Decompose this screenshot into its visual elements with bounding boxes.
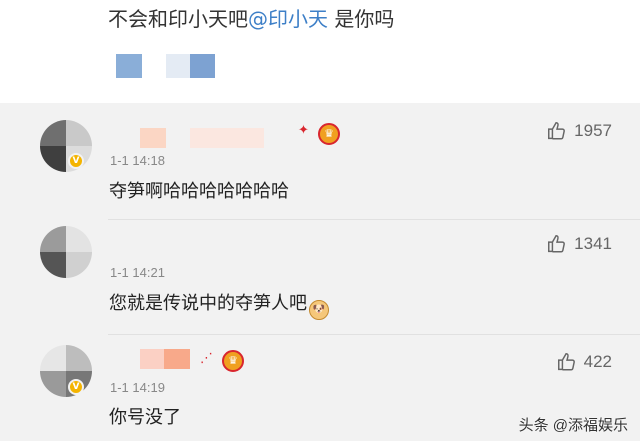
like-button[interactable]: 1957 (546, 120, 612, 142)
avatar[interactable] (40, 345, 92, 397)
username-blurred[interactable] (164, 349, 190, 369)
verified-badge-icon: V (68, 379, 84, 395)
like-count: 1341 (574, 234, 612, 253)
crown-badge-icon: ♛ (318, 123, 340, 145)
comment-item: V ✦ ♛ 1-1 14:18 夺笋啊哈哈哈哈哈哈哈 1957 (0, 103, 640, 218)
verified-badge-icon: V (68, 153, 84, 169)
post-text: 不会和印小天吧@印小天 是你吗 (108, 5, 394, 33)
comment-text: 夺笋啊哈哈哈哈哈哈哈 (109, 181, 289, 202)
post-text-before: 不会和印小天吧 (108, 7, 248, 31)
thumbs-up-icon (548, 235, 566, 253)
comment-time: 1-1 14:18 (110, 153, 165, 168)
username-blurred[interactable] (190, 128, 264, 148)
comment-text: 您就是传说中的夺笋人吧 🐶 (109, 292, 329, 320)
username-blurred[interactable] (140, 349, 164, 369)
comment-text: 你号没了 (109, 407, 181, 428)
post-text-after: 是你吗 (328, 7, 395, 31)
like-button[interactable]: 1341 (546, 233, 612, 255)
mention-link[interactable]: @印小天 (248, 7, 328, 31)
thumbs-up-icon (557, 353, 575, 371)
comment-item: 1-1 14:21 您就是传说中的夺笋人吧 🐶 1341 (0, 220, 640, 335)
watermark: 头条 @添福娱乐 (518, 417, 628, 434)
post-card: 不会和印小天吧@印小天 是你吗 (0, 0, 640, 103)
crown-badge-icon: ♛ (222, 350, 244, 372)
avatar[interactable] (40, 226, 92, 278)
sparkle-icon: ✦ (298, 123, 309, 138)
comment-time: 1-1 14:19 (110, 380, 165, 395)
thumbs-up-icon (548, 122, 566, 140)
post-image-thumb-1[interactable] (116, 54, 142, 78)
post-image-thumb-3[interactable] (190, 54, 215, 78)
comment-list: V ✦ ♛ 1-1 14:18 夺笋啊哈哈哈哈哈哈哈 1957 1-1 14:2… (0, 103, 640, 441)
username-blurred[interactable] (140, 128, 166, 148)
like-button[interactable]: 422 (556, 351, 612, 373)
post-image-thumb-2[interactable] (166, 54, 190, 78)
comment-time: 1-1 14:21 (110, 265, 165, 280)
doge-emoji-icon: 🐶 (309, 300, 329, 320)
like-count: 422 (583, 352, 612, 371)
comment-text-content: 您就是传说中的夺笋人吧 (109, 293, 307, 314)
sparkle-icon: ⋰ (200, 351, 213, 366)
avatar[interactable] (40, 120, 92, 172)
like-count: 1957 (574, 121, 612, 140)
